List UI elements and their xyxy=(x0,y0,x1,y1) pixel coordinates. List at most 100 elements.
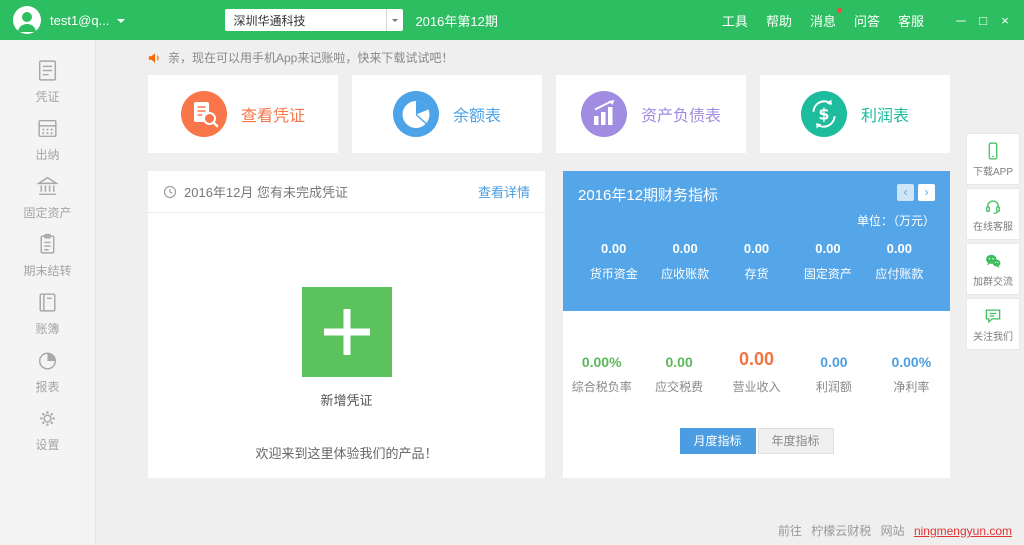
unfinished-voucher-panel: 2016年12月 您有未完成凭证 查看详情 新增凭证 欢迎来到这里体验我们的产品… xyxy=(148,171,545,478)
reports-icon xyxy=(35,348,60,373)
menu-support[interactable]: 客服 xyxy=(898,11,924,30)
user-dropdown-caret-icon[interactable] xyxy=(117,19,125,27)
metric-value: 0.00 xyxy=(721,241,792,256)
rail-label: 在线客服 xyxy=(973,218,1013,233)
sidebar-item-books[interactable]: 账簿 xyxy=(0,284,95,342)
metric-fixed-assets: 0.00 固定资产 xyxy=(792,241,863,282)
voucher-icon xyxy=(35,58,60,83)
add-voucher-label: 新增凭证 xyxy=(148,390,545,409)
unit-label: 单位：（万元） xyxy=(578,212,935,229)
metric-currency-funds: 0.00 货币资金 xyxy=(578,241,649,282)
follow-us-button[interactable]: 关注我们 xyxy=(966,298,1020,350)
close-button[interactable]: × xyxy=(994,13,1016,28)
user-avatar[interactable] xyxy=(13,6,41,34)
metric-label: 应收账款 xyxy=(649,265,720,282)
metric-value: 0.00 xyxy=(640,354,717,370)
metric-label: 存货 xyxy=(721,265,792,282)
card-label: 利润表 xyxy=(861,102,909,126)
metric-payables: 0.00 应付账款 xyxy=(864,241,935,282)
menu-help[interactable]: 帮助 xyxy=(766,11,792,30)
next-period-button[interactable]: › xyxy=(918,184,935,201)
metric-label: 货币资金 xyxy=(578,265,649,282)
sidebar-item-reports[interactable]: 报表 xyxy=(0,342,95,400)
carryover-icon xyxy=(35,232,60,257)
metric-value: 0.00 xyxy=(649,241,720,256)
card-label: 查看凭证 xyxy=(241,102,305,126)
maximize-button[interactable]: □ xyxy=(972,13,994,28)
view-details-link[interactable]: 查看详情 xyxy=(478,182,530,201)
metric-value: 0.00% xyxy=(873,354,950,370)
metric-label: 利润额 xyxy=(795,378,872,395)
indicator-tabs: 月度指标 年度指标 xyxy=(563,428,950,454)
prev-period-button[interactable]: ‹ xyxy=(897,184,914,201)
card-profit-sheet[interactable]: $ 利润表 xyxy=(760,75,950,153)
sidebar-item-label: 固定资产 xyxy=(23,204,71,221)
asset-liability-icon xyxy=(581,91,627,137)
tab-monthly-indicators[interactable]: 月度指标 xyxy=(680,428,756,454)
sidebar-item-cashier[interactable]: 出纳 xyxy=(0,110,95,168)
menu-tools[interactable]: 工具 xyxy=(722,11,748,30)
rail-label: 下载APP xyxy=(973,163,1013,178)
metric-net-margin: 0.00% 净利率 xyxy=(873,354,950,395)
indicator-title-row: 2016年12期财务指标 ‹ › xyxy=(578,184,935,205)
indicator-panel-header: 2016年12期财务指标 ‹ › 单位：（万元） 0.00 货币资金 0.00 xyxy=(563,171,950,311)
card-balance-sheet[interactable]: 余额表 xyxy=(352,75,542,153)
metric-value: 0.00 xyxy=(864,241,935,256)
voucher-panel-title: 2016年12月 您有未完成凭证 xyxy=(184,182,478,201)
tab-yearly-indicators[interactable]: 年度指标 xyxy=(758,428,834,454)
metric-label: 综合税负率 xyxy=(563,378,640,395)
metric-label: 应交税费 xyxy=(640,378,717,395)
chat-bubble-icon xyxy=(983,306,1003,326)
sidebar-item-label: 设置 xyxy=(35,436,59,453)
metric-value: 0.00 xyxy=(718,349,795,370)
financial-indicator-panel: 2016年12期财务指标 ‹ › 单位：（万元） 0.00 货币资金 0.00 xyxy=(563,171,950,478)
metric-value: 0.00% xyxy=(563,354,640,370)
online-service-button[interactable]: 在线客服 xyxy=(966,188,1020,240)
person-icon xyxy=(13,6,41,34)
phone-icon xyxy=(983,141,1003,161)
card-asset-liability-sheet[interactable]: 资产负债表 xyxy=(556,75,746,153)
footer-brand: 柠檬云财税 xyxy=(811,524,871,538)
topbar: test1@q... 深圳华通科技 2016年第12期 工具 帮助 消息 问答 … xyxy=(0,0,1024,40)
wechat-icon xyxy=(983,251,1003,271)
footer: 前往 柠檬云财税 网站 ningmengyun.com xyxy=(772,522,1012,539)
fixed-assets-icon xyxy=(35,174,60,199)
company-select-value: 深圳华通科技 xyxy=(225,12,386,29)
main-content: 亲，现在可以用手机App来记账啦，快来下载试试吧！ 查看凭证 xyxy=(148,49,950,478)
metric-profit: 0.00 利润额 xyxy=(795,354,872,395)
asset-metrics-row: 0.00 货币资金 0.00 应收账款 0.00 存货 xyxy=(578,241,935,282)
sidebar-item-carryover[interactable]: 期末结转 xyxy=(0,226,95,284)
sidebar-item-fixed-assets[interactable]: 固定资产 xyxy=(0,168,95,226)
minimize-button[interactable]: ─ xyxy=(950,13,972,28)
sidebar-item-label: 账簿 xyxy=(35,320,59,337)
card-view-voucher[interactable]: 查看凭证 xyxy=(148,75,338,153)
welcome-text: 欢迎来到这里体验我们的产品！ xyxy=(148,443,545,462)
metric-label: 营业收入 xyxy=(718,378,795,395)
speaker-icon xyxy=(148,51,162,65)
metric-value: 0.00 xyxy=(578,241,649,256)
metric-tax-payable: 0.00 应交税费 xyxy=(640,354,717,395)
sidebar-item-label: 报表 xyxy=(35,378,59,395)
indicator-panel-title: 2016年12期财务指标 xyxy=(578,184,893,205)
download-app-button[interactable]: 下载APP xyxy=(966,133,1020,185)
add-voucher-button[interactable] xyxy=(302,287,392,377)
quick-cards-row: 查看凭证 余额表 xyxy=(148,75,950,153)
sidebar-item-voucher[interactable]: 凭证 xyxy=(0,52,95,110)
company-select-arrow-icon[interactable] xyxy=(386,9,403,31)
company-select[interactable]: 深圳华通科技 xyxy=(225,9,403,31)
join-group-button[interactable]: 加群交流 xyxy=(966,243,1020,295)
menu-messages-label: 消息 xyxy=(810,14,836,29)
promo-text: 亲，现在可以用手机App来记账啦，快来下载试试吧！ xyxy=(168,49,453,66)
site-link[interactable]: ningmengyun.com xyxy=(914,524,1012,538)
username[interactable]: test1@q... xyxy=(50,13,109,28)
app-window: test1@q... 深圳华通科技 2016年第12期 工具 帮助 消息 问答 … xyxy=(0,0,1024,545)
panels-row: 2016年12月 您有未完成凭证 查看详情 新增凭证 欢迎来到这里体验我们的产品… xyxy=(148,171,950,478)
menu-qa[interactable]: 问答 xyxy=(854,11,880,30)
profit-sheet-icon: $ xyxy=(801,91,847,137)
metric-receivables: 0.00 应收账款 xyxy=(649,241,720,282)
sidebar-item-settings[interactable]: 设置 xyxy=(0,400,95,458)
card-label: 余额表 xyxy=(453,102,501,126)
view-voucher-icon xyxy=(181,91,227,137)
right-rail: 下载APP 在线客服 加群交流 xyxy=(966,133,1020,350)
menu-messages[interactable]: 消息 xyxy=(810,11,836,30)
